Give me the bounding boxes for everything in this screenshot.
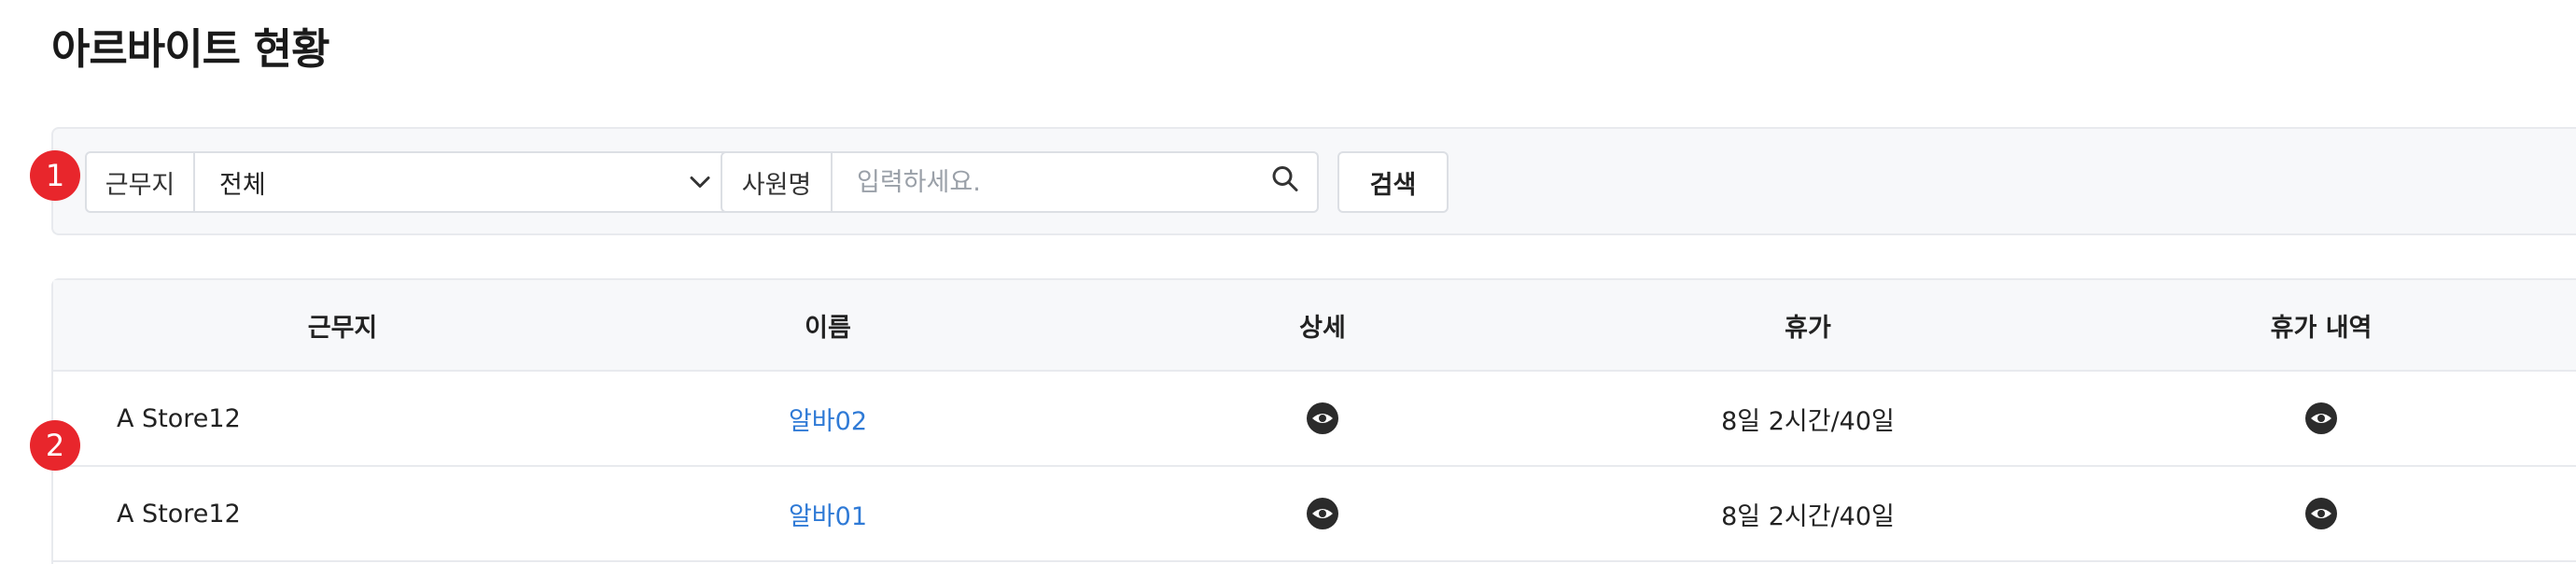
employee-name-link[interactable]: 알바01 bbox=[789, 496, 867, 532]
detail-cell bbox=[1108, 467, 1537, 560]
eye-icon[interactable] bbox=[2303, 495, 2340, 532]
workplace-cell: A Store12 bbox=[117, 499, 241, 529]
employee-search-field: 사원명 bbox=[721, 151, 1319, 213]
name-cell: 알바01 bbox=[595, 467, 1061, 560]
page-title: 아르바이트 현황 bbox=[51, 24, 329, 74]
workplace-select-value-wrap[interactable]: 전체 bbox=[195, 153, 732, 211]
column-header-workplace: 근무지 bbox=[307, 313, 378, 343]
employee-name-label: 사원명 bbox=[722, 153, 833, 211]
eye-icon[interactable] bbox=[1304, 400, 1341, 437]
employee-name-link[interactable]: 알바02 bbox=[789, 401, 867, 437]
vacation-cell: 8일 2시간/40일 bbox=[1721, 406, 1895, 436]
table-row: A Store12 알바01 8일 2시간/40일 bbox=[53, 467, 2576, 562]
workplace-select[interactable]: 근무지 전체 bbox=[85, 151, 734, 213]
table-header: 근무지 이름 상세 휴가 휴가 내역 bbox=[53, 280, 2576, 372]
search-icon[interactable] bbox=[1270, 164, 1300, 201]
eye-icon[interactable] bbox=[2303, 400, 2340, 437]
column-header-name: 이름 bbox=[805, 313, 851, 343]
vacation-history-cell bbox=[2088, 467, 2555, 560]
search-button[interactable]: 검색 bbox=[1337, 151, 1449, 213]
callout-marker-2: 2 bbox=[30, 420, 80, 471]
name-cell: 알바02 bbox=[595, 372, 1061, 465]
table-row: A Store12 알바02 8일 2시간/40일 bbox=[53, 372, 2576, 467]
page: 아르바이트 현황 근무지 전체 사원명 검색 근무지 이름 bbox=[0, 0, 2576, 564]
staff-table: 근무지 이름 상세 휴가 휴가 내역 A Store12 알바02 8일 2시간… bbox=[51, 278, 2576, 564]
column-header-vacation-history: 휴가 내역 bbox=[2270, 313, 2373, 343]
chevron-down-icon[interactable] bbox=[689, 168, 711, 197]
column-header-vacation: 휴가 bbox=[1785, 313, 1831, 343]
eye-icon[interactable] bbox=[1304, 495, 1341, 532]
workplace-label: 근무지 bbox=[87, 153, 195, 211]
detail-cell bbox=[1108, 372, 1537, 465]
employee-name-input[interactable] bbox=[857, 167, 1258, 197]
column-header-detail: 상세 bbox=[1299, 313, 1346, 343]
callout-marker-1: 1 bbox=[30, 150, 80, 201]
vacation-history-cell bbox=[2088, 372, 2555, 465]
workplace-cell: A Store12 bbox=[117, 403, 241, 433]
employee-input-wrap bbox=[833, 153, 1317, 211]
filter-panel: 근무지 전체 사원명 검색 bbox=[51, 127, 2576, 235]
workplace-select-value: 전체 bbox=[219, 170, 266, 200]
vacation-cell: 8일 2시간/40일 bbox=[1721, 501, 1895, 531]
